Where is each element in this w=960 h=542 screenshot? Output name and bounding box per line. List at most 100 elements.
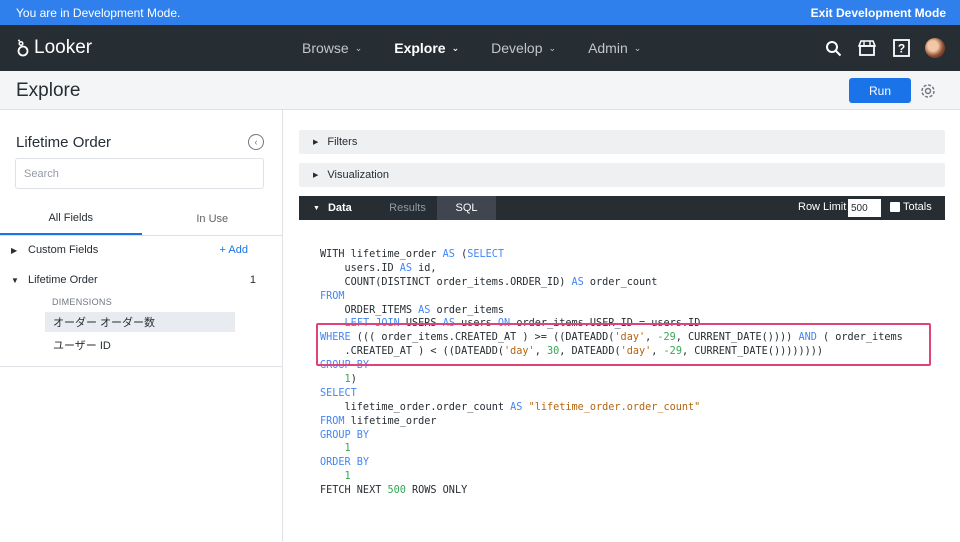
sql-token: ON (497, 318, 511, 330)
nav-explore[interactable]: Explore ⌄ (394, 40, 459, 56)
collapse-sidebar-icon[interactable]: ‹ (248, 134, 264, 150)
sql-token: , (651, 346, 664, 358)
view-label: Lifetime Order (28, 274, 98, 286)
sql-token: lifetime_order.order_count (320, 401, 511, 413)
sql-token: 1 (344, 471, 351, 483)
sql-token: ( (454, 249, 468, 260)
sql-line: ORDER BY (320, 456, 903, 470)
svg-text:?: ? (897, 42, 904, 56)
sql-token: order_items (430, 304, 505, 316)
user-avatar[interactable] (924, 37, 946, 59)
sql-token: WHERE (320, 332, 351, 344)
field-tabs: All Fields In Use (0, 203, 283, 236)
sql-token: WITH lifetime_order (320, 249, 443, 260)
sql-line: FROM lifetime_order (320, 415, 903, 429)
explore-main: ▶ Filters ▶ Visualization ▼ Data Results… (283, 110, 960, 542)
tab-results[interactable]: Results (378, 196, 437, 220)
sql-token: AS (510, 401, 523, 413)
sql-token: 30 (546, 346, 560, 358)
run-button[interactable]: Run (849, 78, 911, 103)
visualization-label: Visualization (327, 169, 389, 181)
row-limit-input[interactable] (848, 199, 881, 217)
nav-admin[interactable]: Admin ⌄ (588, 40, 641, 56)
explore-title: Lifetime Order (16, 134, 112, 151)
nav-icons: ? (822, 25, 946, 71)
sql-token: ORDER BY (320, 457, 370, 469)
visualization-panel[interactable]: ▶ Visualization (299, 163, 945, 187)
field-user-id[interactable]: ユーザー ID (45, 335, 235, 355)
sql-line: lifetime_order.order_count AS "lifetime_… (320, 401, 903, 415)
sql-token: , (645, 332, 658, 344)
top-nav: Looker Browse ⌄ Explore ⌄ Develop ⌄ Admin ⌄ … (0, 25, 960, 71)
totals-label: Totals (903, 201, 932, 213)
sql-line: FROM (320, 290, 903, 304)
sql-token: AS (571, 276, 584, 288)
field-search-input[interactable] (15, 158, 264, 189)
page-header: Explore Run (0, 71, 960, 110)
view-lifetime-order-row[interactable]: ▼ Lifetime Order 1 (0, 267, 283, 293)
sql-line: GROUP BY (320, 429, 903, 443)
looker-logo[interactable]: Looker (16, 37, 92, 59)
totals-checkbox[interactable] (890, 202, 900, 212)
sql-token: 'day' (504, 346, 535, 358)
help-icon[interactable]: ? (890, 37, 912, 59)
sql-line: FETCH NEXT 500 ROWS ONLY (320, 484, 903, 498)
sql-token: ((( order_items.CREATED_AT ) >= ((DATEAD… (350, 332, 615, 344)
sql-line: SELECT (320, 387, 903, 401)
sql-token: -29 (657, 332, 676, 344)
sql-token: 'day' (614, 332, 646, 344)
sql-token: SELECT (467, 249, 505, 260)
field-order-count[interactable]: オーダー オーダー数 (45, 312, 235, 332)
sql-token: COUNT(DISTINCT order_items.ORDER_ID) (320, 276, 572, 288)
sql-token: 500 (387, 485, 406, 497)
page-title: Explore (16, 80, 81, 101)
exit-dev-mode-link[interactable]: Exit Development Mode (811, 6, 946, 20)
sql-line: LEFT JOIN USERS AS users ON order_items.… (320, 317, 903, 331)
sql-token: order_count (583, 276, 658, 288)
search-icon[interactable] (822, 37, 844, 59)
sql-token: ) (350, 374, 357, 386)
filters-panel[interactable]: ▶ Filters (299, 130, 945, 154)
nav-develop-label: Develop (491, 40, 543, 56)
sql-token: lifetime_order (344, 415, 437, 427)
totals-toggle[interactable]: Totals (890, 201, 932, 213)
sql-token: AS (418, 304, 431, 316)
nav-admin-label: Admin (588, 40, 628, 56)
sql-token: users (454, 318, 498, 330)
chevron-down-icon: ⌄ (633, 42, 642, 53)
sql-token: AS (399, 262, 413, 274)
sql-token: 'day' (620, 346, 652, 358)
tab-sql[interactable]: SQL (437, 196, 496, 220)
dev-mode-message: You are in Development Mode. (16, 5, 181, 20)
nav-browse-label: Browse (302, 40, 349, 56)
nav-develop[interactable]: Develop ⌄ (491, 40, 556, 56)
sql-line: users.ID AS id, (320, 262, 903, 276)
custom-fields-row[interactable]: ▶ Custom Fields + Add (0, 237, 283, 263)
tab-all-fields[interactable]: All Fields (0, 203, 142, 235)
tab-in-use[interactable]: In Use (142, 203, 284, 235)
caret-right-icon: ▶ (313, 139, 319, 146)
dimensions-heading: DIMENSIONS (52, 297, 113, 307)
caret-down-icon: ▼ (11, 275, 19, 285)
nav-explore-label: Explore (394, 40, 446, 56)
logo-text: Looker (34, 37, 93, 58)
sql-line: ORDER_ITEMS AS order_items (320, 304, 903, 318)
field-picker-sidebar: Lifetime Order ‹ All Fields In Use ▶ Cus… (0, 110, 283, 542)
dev-mode-bar: You are in Development Mode. Exit Develo… (0, 0, 960, 25)
gear-icon[interactable] (918, 81, 938, 101)
sql-token: GROUP BY (320, 429, 370, 441)
sql-token: USERS (399, 318, 443, 330)
marketplace-icon[interactable] (856, 37, 878, 59)
sql-token: AND (798, 332, 817, 344)
sql-token: ROWS ONLY (405, 485, 468, 497)
nav-browse[interactable]: Browse ⌄ (302, 40, 362, 56)
data-panel-toggle[interactable]: ▼ Data (299, 202, 378, 214)
add-custom-field-button[interactable]: + Add (220, 244, 248, 256)
chevron-down-icon: ⌄ (451, 42, 460, 53)
sql-line: WITH lifetime_order AS (SELECT (320, 248, 903, 262)
sql-line: 1 (320, 470, 903, 484)
avatar-image (925, 38, 945, 58)
